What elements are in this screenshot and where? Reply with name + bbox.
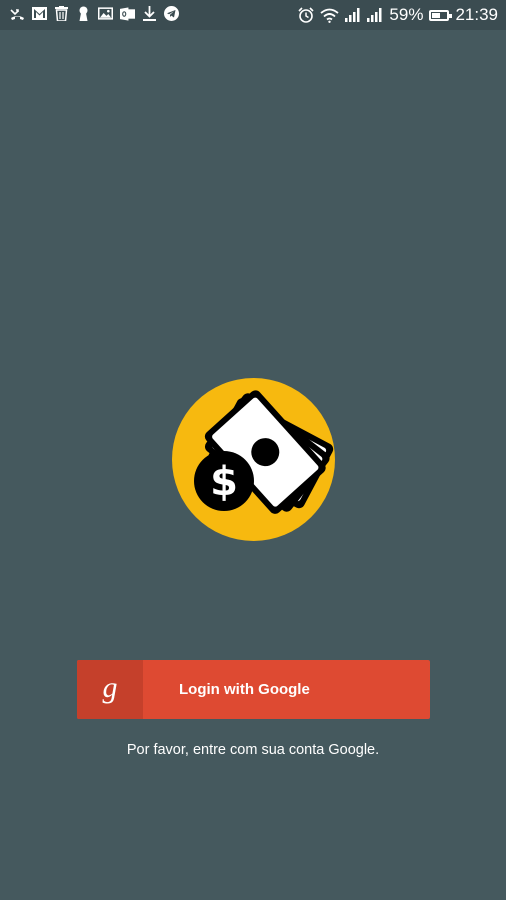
alarm-icon [298,7,314,23]
signal-1-icon [345,8,361,22]
battery-percent: 59% [389,5,424,24]
battery-level-fill [432,12,441,18]
status-bar: 59% 21:39 [0,0,506,30]
login-hint-text: Por favor, entre com sua conta Google. [126,742,380,758]
trash-icon [54,6,69,21]
notification-icons [10,6,186,21]
google-icon: g [102,670,118,704]
wifi-icon [320,8,339,23]
signal-2-icon [367,8,383,22]
system-status: 59% 21:39 [292,3,498,27]
login-button-label: Login with Google [179,681,310,698]
google-icon-box: g [77,660,143,719]
image-icon [98,6,113,21]
dollar-symbol: $ [210,459,238,505]
download-icon [142,6,157,21]
app-logo: $ [172,378,335,541]
telegram-icon [164,6,179,21]
battery-icon [429,9,453,21]
keyhole-icon [76,6,91,21]
clock: 21:39 [455,5,498,24]
money-dollar-icon: $ [172,378,335,541]
outlook-icon [120,6,135,21]
login-with-google-button[interactable]: g Login with Google [77,660,430,719]
missed-call-icon [10,6,25,21]
gmail-icon [32,6,47,21]
